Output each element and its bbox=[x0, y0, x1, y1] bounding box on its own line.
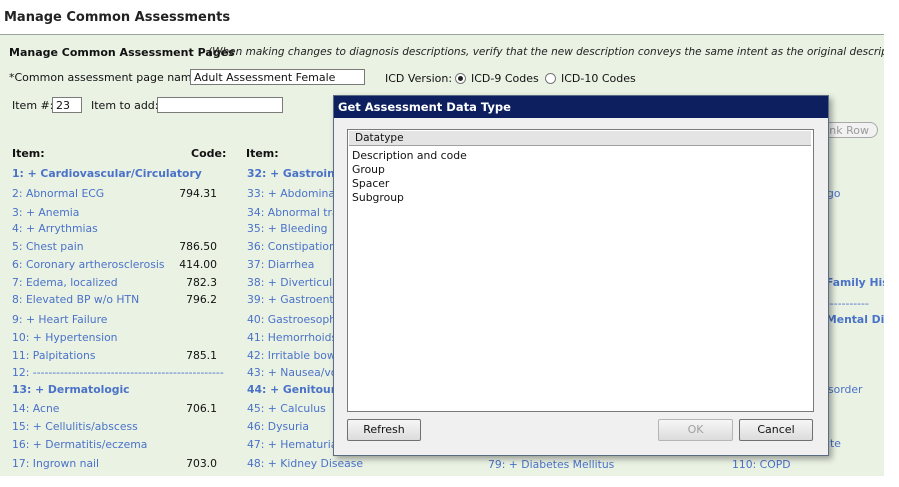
main-window: Manage Common Assessments Manage Common … bbox=[0, 0, 885, 477]
window-title: Manage Common Assessments bbox=[4, 10, 231, 25]
list-item[interactable]: 11: Palpitations bbox=[12, 349, 95, 362]
item-code: 796.2 bbox=[186, 293, 217, 306]
list-item[interactable]: 42: Irritable bowel bbox=[247, 349, 345, 362]
list-item[interactable]: 46: Dysuria bbox=[247, 420, 309, 433]
list-item[interactable]: 9: + Heart Failure bbox=[12, 313, 107, 326]
datatype-listbox[interactable]: Datatype Description and code Group Spac… bbox=[347, 129, 814, 412]
list-item[interactable]: 41: Hemorrhoids bbox=[247, 331, 337, 344]
icd9-radio[interactable] bbox=[455, 73, 466, 84]
col2-item-header: Item: bbox=[246, 147, 279, 160]
cancel-button[interactable]: Cancel bbox=[739, 419, 813, 441]
col1-code-header: Code: bbox=[191, 147, 227, 160]
datatype-option-subgroup[interactable]: Subgroup bbox=[352, 191, 404, 204]
list-item[interactable]: 48: + Kidney Disease bbox=[247, 457, 363, 470]
get-assessment-data-type-dialog: Get Assessment Data Type Datatype Descri… bbox=[333, 95, 829, 456]
refresh-button[interactable]: Refresh bbox=[347, 419, 421, 441]
list-item[interactable]: 12: ------------------------------------… bbox=[12, 366, 224, 379]
list-item[interactable]: 45: + Calculus bbox=[247, 402, 326, 415]
list-item[interactable]: ----------- bbox=[826, 297, 869, 310]
list-item[interactable]: 14: Acne bbox=[12, 402, 59, 415]
list-item[interactable]: Mental Diso bbox=[826, 313, 884, 326]
list-item[interactable]: 17: Ingrown nail bbox=[12, 457, 99, 470]
window-titlebar: Manage Common Assessments bbox=[0, 0, 884, 35]
datatype-option-group[interactable]: Group bbox=[352, 163, 385, 176]
list-item[interactable]: 15: + Cellulitis/abscess bbox=[12, 420, 138, 433]
list-item[interactable]: 35: + Bleeding bbox=[247, 222, 328, 235]
list-item[interactable]: ite bbox=[827, 437, 841, 450]
list-item[interactable]: 79: + Diabetes Mellitus bbox=[488, 458, 614, 471]
ok-button[interactable]: OK bbox=[658, 419, 733, 441]
item-code: 786.50 bbox=[179, 240, 217, 253]
list-item[interactable]: 8: Elevated BP w/o HTN bbox=[12, 293, 139, 306]
list-item[interactable]: 16: + Dermatitis/eczema bbox=[12, 438, 147, 451]
item-code: 703.0 bbox=[186, 457, 217, 470]
list-item[interactable]: go bbox=[827, 187, 840, 200]
datatype-option-spacer[interactable]: Spacer bbox=[352, 177, 389, 190]
torn-edge-right bbox=[884, 0, 899, 487]
list-item[interactable]: 3: + Anemia bbox=[12, 206, 79, 219]
list-item[interactable]: 47: + Hematuria bbox=[247, 438, 337, 451]
item-to-add-label: Item to add: bbox=[91, 99, 159, 112]
list-item[interactable]: 6: Coronary artherosclerosis bbox=[12, 258, 164, 271]
item-code: 785.1 bbox=[186, 349, 217, 362]
item-number-label: Item #: bbox=[12, 99, 54, 112]
page-name-label: *Common assessment page name: bbox=[9, 71, 203, 84]
datatype-column-header[interactable]: Datatype bbox=[349, 131, 811, 146]
list-item[interactable]: 110: COPD bbox=[732, 458, 791, 471]
item-number-input[interactable]: 23 bbox=[52, 97, 82, 113]
item-to-add-input[interactable] bbox=[157, 97, 283, 113]
icd10-radio[interactable] bbox=[545, 73, 556, 84]
list-item[interactable]: 13: + Dermatologic bbox=[12, 383, 130, 396]
torn-edge-bottom bbox=[0, 476, 899, 487]
item-code: 706.1 bbox=[186, 402, 217, 415]
datatype-option-description-and-code[interactable]: Description and code bbox=[352, 149, 467, 162]
list-item[interactable]: 4: + Arrythmias bbox=[12, 222, 98, 235]
list-item[interactable]: sorder bbox=[828, 383, 862, 396]
dialog-title: Get Assessment Data Type bbox=[338, 100, 511, 114]
list-item[interactable]: 10: + Hypertension bbox=[12, 331, 118, 344]
item-code: 782.3 bbox=[186, 276, 217, 289]
list-item[interactable]: 5: Chest pain bbox=[12, 240, 84, 253]
section-title: Manage Common Assessment Pages bbox=[9, 46, 235, 59]
item-code: 414.00 bbox=[179, 258, 217, 271]
list-item[interactable]: 2: Abnormal ECG bbox=[12, 187, 104, 200]
page-name-input[interactable]: Adult Assessment Female bbox=[190, 69, 365, 85]
list-item[interactable]: 37: Diarrhea bbox=[247, 258, 314, 271]
icd9-label: ICD-9 Codes bbox=[471, 72, 539, 85]
list-item[interactable]: 1: + Cardiovascular/Circulatory bbox=[12, 167, 202, 180]
list-item[interactable]: Family Histo bbox=[826, 276, 884, 289]
icd-version-label: ICD Version: bbox=[385, 72, 453, 85]
col1-item-header: Item: bbox=[12, 147, 45, 160]
section-note: (When making changes to diagnosis descri… bbox=[208, 46, 885, 58]
item-code: 794.31 bbox=[179, 187, 217, 200]
icd10-label: ICD-10 Codes bbox=[561, 72, 636, 85]
dialog-titlebar: Get Assessment Data Type bbox=[334, 96, 828, 118]
list-item[interactable]: 36: Constipation bbox=[247, 240, 336, 253]
list-item[interactable]: 7: Edema, localized bbox=[12, 276, 118, 289]
